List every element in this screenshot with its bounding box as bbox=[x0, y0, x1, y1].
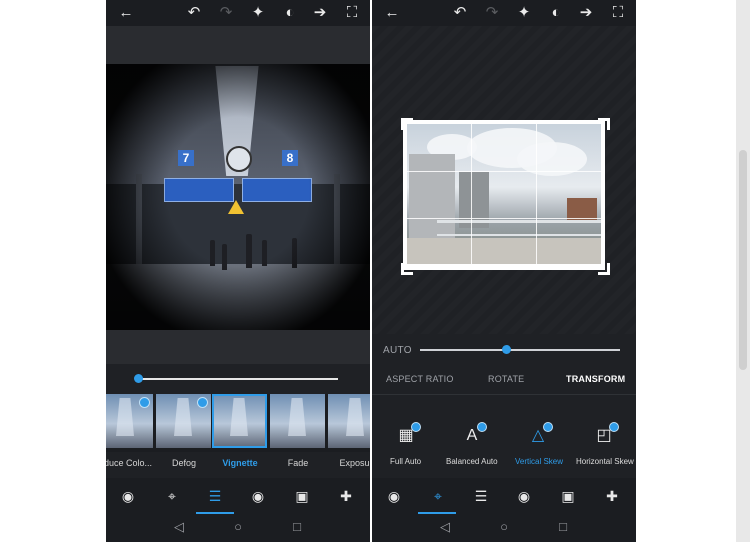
thumb-exposure[interactable] bbox=[328, 394, 370, 448]
crop-icon[interactable]: ⌖ bbox=[427, 486, 449, 506]
undo-icon[interactable]: ↶ bbox=[450, 3, 470, 23]
effect-slider-row bbox=[106, 364, 370, 394]
tab-transform[interactable]: TRANSFORM bbox=[566, 374, 625, 384]
bandage-icon[interactable]: ✚ bbox=[335, 486, 357, 506]
filmstrip-label[interactable]: Defog bbox=[154, 458, 214, 468]
magic-wand-icon[interactable]: ✦ bbox=[514, 3, 534, 23]
nav-home-icon[interactable]: ○ bbox=[495, 518, 513, 536]
crop-handle-top-left[interactable] bbox=[401, 118, 413, 130]
nav-recents-icon[interactable]: □ bbox=[554, 518, 572, 536]
looks-circles-icon[interactable]: ◉ bbox=[383, 486, 405, 506]
tool-tabbar: ◉ ⌖ ☰ ◉ ▣ ✚ bbox=[372, 478, 636, 514]
looks-circles-icon[interactable]: ◉ bbox=[117, 486, 139, 506]
fullscreen-icon[interactable]: ⛶ bbox=[342, 3, 362, 23]
filmstrip-label[interactable]: Exposur bbox=[326, 458, 370, 468]
effect-slider-track[interactable] bbox=[138, 378, 338, 380]
tool-label-horizontal-skew[interactable]: Horizontal Skew bbox=[576, 457, 634, 466]
scrollbar-thumb[interactable] bbox=[739, 150, 747, 370]
crop-handle-top-right[interactable] bbox=[598, 118, 610, 130]
android-navbar: ◁ ○ □ bbox=[106, 514, 370, 542]
filmstrip-label-active[interactable]: Vignette bbox=[210, 458, 270, 468]
crop-handle-bottom-right[interactable] bbox=[598, 263, 610, 275]
nav-home-icon[interactable]: ○ bbox=[229, 518, 247, 536]
tool-tabbar: ◉ ⌖ ☰ ◉ ▣ ✚ bbox=[106, 478, 370, 514]
thumb-vignette[interactable] bbox=[212, 394, 267, 448]
tool-label-balanced-auto[interactable]: Balanced Auto bbox=[446, 457, 498, 466]
frame-icon[interactable]: ▣ bbox=[557, 486, 579, 506]
android-navbar: ◁ ○ □ bbox=[372, 514, 636, 542]
right-phone-screen: ← ↶ ↷ ✦ ◐ ➔ ⛶ AUTO ASPECT RATIO ROTATE T… bbox=[372, 0, 636, 542]
undo-icon[interactable]: ↶ bbox=[184, 3, 204, 23]
redo-icon[interactable]: ↷ bbox=[216, 3, 236, 23]
straighten-slider-track[interactable] bbox=[420, 349, 620, 351]
straighten-slider-knob[interactable] bbox=[502, 345, 511, 354]
adjust-sliders-icon[interactable]: ☰ bbox=[204, 486, 226, 506]
window-scrollbar[interactable] bbox=[736, 0, 750, 542]
crop-icon[interactable]: ⌖ bbox=[161, 486, 183, 506]
crop-handle-bottom-left[interactable] bbox=[401, 263, 413, 275]
auto-straighten-row: AUTO bbox=[372, 334, 636, 368]
crop-mode-tabs: ASPECT RATIO ROTATE TRANSFORM bbox=[372, 368, 636, 394]
effect-slider-knob[interactable] bbox=[134, 374, 143, 383]
tool-label-vertical-skew[interactable]: Vertical Skew bbox=[515, 457, 563, 466]
tool-label-full-auto[interactable]: Full Auto bbox=[390, 457, 421, 466]
tab-rotate[interactable]: ROTATE bbox=[488, 374, 524, 384]
redo-icon[interactable]: ↷ bbox=[482, 3, 502, 23]
transform-tools: ▦ Full Auto A Balanced Auto △ Vertical S… bbox=[372, 395, 636, 478]
canvas-padding-bottom bbox=[106, 330, 370, 364]
adjustment-filmstrip bbox=[106, 394, 370, 452]
magic-wand-icon[interactable]: ✦ bbox=[248, 3, 268, 23]
edited-photo: 7 8 bbox=[106, 64, 370, 330]
fullscreen-icon[interactable]: ⛶ bbox=[608, 3, 628, 23]
letter-a-icon[interactable]: A bbox=[461, 422, 487, 447]
thumb-reduce-color[interactable] bbox=[106, 394, 153, 448]
canvas-padding-top bbox=[106, 26, 370, 64]
nav-back-icon[interactable]: ◁ bbox=[436, 518, 454, 536]
horizontal-skew-icon[interactable]: ◰ bbox=[593, 422, 619, 447]
thumb-fade[interactable] bbox=[270, 394, 325, 448]
left-phone-screen: ← ↶ ↷ ✦ ◐ ➔ ⛶ 7 8 duce bbox=[106, 0, 370, 542]
eye-icon[interactable]: ◉ bbox=[247, 486, 269, 506]
thumb-defog[interactable] bbox=[156, 394, 211, 448]
bandage-icon[interactable]: ✚ bbox=[601, 486, 623, 506]
compare-icon[interactable]: ◐ bbox=[546, 3, 566, 23]
filmstrip-label[interactable]: Fade bbox=[268, 458, 328, 468]
top-toolbar: ← ↶ ↷ ✦ ◐ ➔ ⛶ bbox=[106, 0, 370, 26]
back-arrow-icon[interactable]: ← bbox=[116, 3, 136, 23]
auto-label: AUTO bbox=[383, 345, 412, 356]
frame-icon[interactable]: ▣ bbox=[291, 486, 313, 506]
adjust-sliders-icon[interactable]: ☰ bbox=[470, 486, 492, 506]
back-arrow-icon[interactable]: ← bbox=[382, 3, 402, 23]
nav-back-icon[interactable]: ◁ bbox=[170, 518, 188, 536]
vertical-skew-icon[interactable]: △ bbox=[527, 422, 553, 447]
share-icon[interactable]: ➔ bbox=[576, 3, 596, 23]
eye-icon[interactable]: ◉ bbox=[513, 486, 535, 506]
compare-icon[interactable]: ◐ bbox=[280, 3, 300, 23]
tab-aspect-ratio[interactable]: ASPECT RATIO bbox=[386, 374, 454, 384]
share-icon[interactable]: ➔ bbox=[310, 3, 330, 23]
grid-icon[interactable]: ▦ bbox=[395, 422, 421, 447]
crop-photo[interactable] bbox=[403, 120, 605, 270]
top-toolbar: ← ↶ ↷ ✦ ◐ ➔ ⛶ bbox=[372, 0, 636, 26]
nav-recents-icon[interactable]: □ bbox=[288, 518, 306, 536]
filmstrip-label[interactable]: duce Colo... bbox=[106, 458, 158, 468]
